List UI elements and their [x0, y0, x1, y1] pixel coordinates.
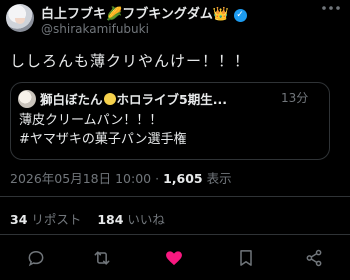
like-icon[interactable] — [162, 246, 186, 270]
repost-icon[interactable] — [90, 246, 114, 270]
likes-count[interactable]: 184 — [97, 212, 123, 227]
author-name-text: 白上フブキ — [41, 7, 107, 22]
likes-label[interactable]: いいね — [127, 212, 165, 227]
moon-emoji-icon — [103, 93, 116, 105]
tweet-datetime[interactable]: 2026年05月18日 10:00 — [10, 171, 151, 186]
engagement-stats: 34 リポスト 184 いいね — [10, 209, 165, 228]
verified-badge-icon: ✓ — [233, 9, 247, 22]
share-icon[interactable] — [302, 246, 326, 270]
crown-emoji: 👑 — [212, 7, 230, 22]
reposts-label[interactable]: リポスト — [31, 212, 81, 227]
tweet-meta: 2026年05月18日 10:00 · 1,605 表示 — [10, 168, 232, 187]
quoted-tweet-time: 13分 — [281, 91, 309, 105]
author-handle[interactable]: @shirakamifubuki — [41, 22, 149, 36]
meta-separator: · — [155, 171, 160, 186]
quoted-tweet-card[interactable]: 獅白ぼたん ホロライブ5期生... 13分 薄皮クリームパン！！！ #ヤマザキの菓… — [10, 82, 330, 160]
divider — [0, 234, 350, 235]
bookmark-icon[interactable] — [234, 246, 258, 270]
quoted-author-name: 獅白ぼたん ホロライブ5期生... — [40, 89, 227, 108]
action-bar — [0, 246, 350, 270]
views-count: 1,605 — [163, 171, 203, 186]
author-name[interactable]: 白上フブキ🌽フブキングダム👑 ✓ — [41, 3, 247, 22]
quoted-author-name-prefix: 獅白ぼたん — [40, 92, 103, 107]
reply-icon[interactable] — [24, 246, 48, 270]
author-name-suffix: フブキングダム — [122, 7, 213, 22]
corn-emoji: 🌽 — [106, 7, 123, 22]
more-options-icon[interactable] — [320, 0, 342, 20]
tweet-text: ししろんも薄クリやんけー！！！ — [10, 52, 251, 70]
reposts-count[interactable]: 34 — [10, 212, 27, 227]
views-label: 表示 — [206, 171, 232, 186]
quoted-tweet-text: 薄皮クリームパン！！！ #ヤマザキの菓子パン選手権 — [19, 113, 187, 147]
quoted-author-name-suffix: ホロライブ5期生... — [116, 92, 227, 107]
divider — [0, 196, 350, 197]
author-avatar[interactable] — [6, 4, 34, 32]
quoted-author-avatar — [18, 90, 36, 108]
